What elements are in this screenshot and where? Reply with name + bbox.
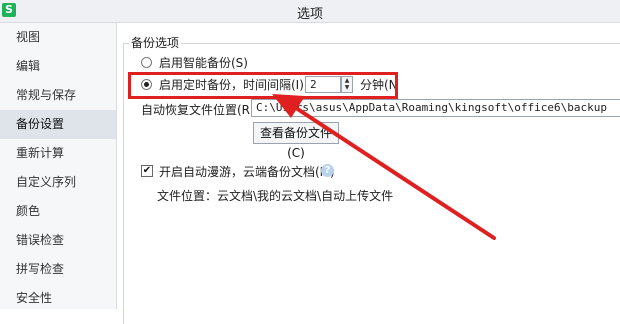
annotation-arrow-shaft xyxy=(294,106,496,240)
annotation-arrow xyxy=(272,94,496,240)
annotation-arrow-head xyxy=(272,94,305,118)
